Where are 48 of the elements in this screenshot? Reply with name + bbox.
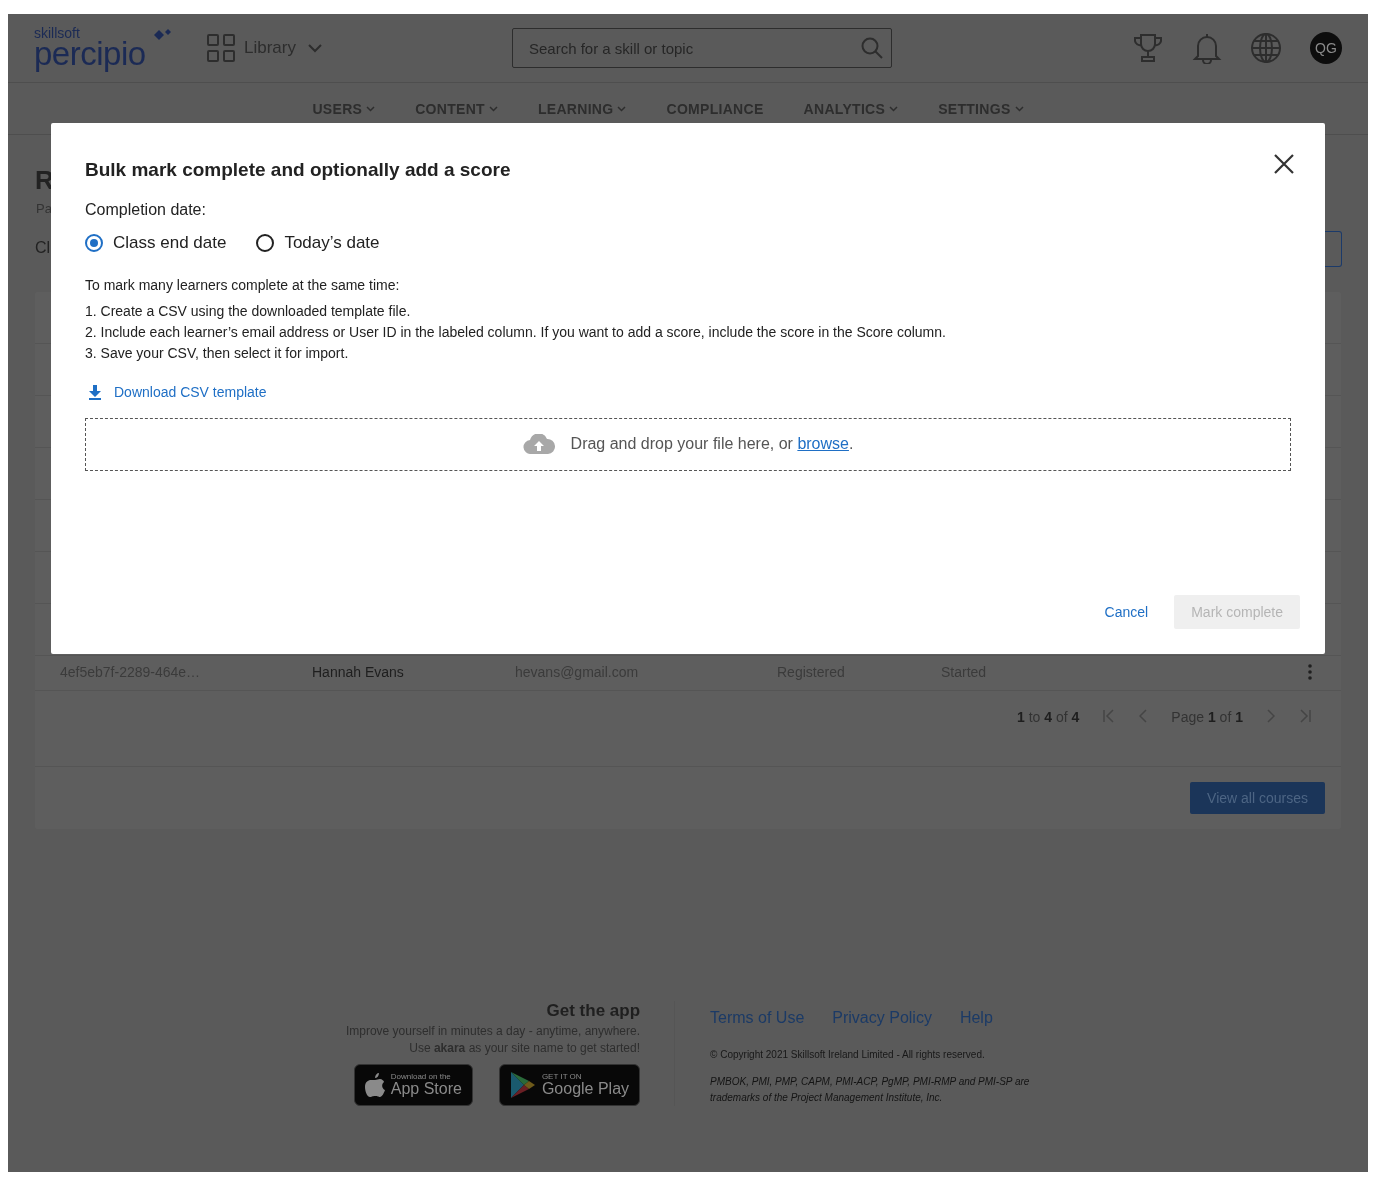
download-icon — [88, 384, 102, 400]
chevron-down-icon — [307, 43, 322, 53]
chevron-down-icon — [1014, 105, 1024, 112]
close-icon[interactable] — [1273, 153, 1295, 175]
instructions-text: To mark many learners complete at the same time: — [85, 277, 401, 293]
last-page-icon[interactable] — [1299, 709, 1311, 723]
footer-link[interactable]: Privacy Policy — [832, 1009, 932, 1027]
instruction-step: 3. Save your CSV, then select it for import. — [85, 345, 1291, 361]
radio-button[interactable] — [85, 234, 103, 252]
bell-icon[interactable] — [1192, 32, 1222, 64]
next-page-icon[interactable] — [1267, 709, 1275, 723]
first-page-icon[interactable] — [1103, 709, 1116, 723]
copyright-text: © Copyright 2021 Skillsoft Ireland Limited - All rights reserved. — [710, 1049, 986, 1060]
play-icon — [509, 1071, 536, 1099]
apple-icon — [364, 1073, 385, 1097]
drop-instruction-text: Drag and drop your file here, or browse. — [570, 435, 854, 453]
chevron-down-icon — [366, 105, 376, 112]
completion-date-label: Completion date: — [85, 201, 207, 219]
date-radio-option[interactable]: Class end date — [85, 233, 227, 253]
get-app-heading: Get the app — [546, 1001, 641, 1021]
store-badge[interactable]: GET IT ON Google Play — [498, 1064, 641, 1106]
date-radio-option[interactable]: Today’s date — [256, 233, 380, 253]
dialog-title: Bulk mark complete and optionally add a score — [85, 159, 511, 181]
grid-icon — [206, 33, 236, 63]
more-options-icon[interactable] — [1308, 664, 1312, 680]
instruction-step: 1. Create a CSV using the downloaded template file. — [85, 303, 1291, 319]
search-icon — [860, 37, 883, 59]
user-avatar[interactable]: QG — [1310, 32, 1342, 64]
percipio-logo[interactable]: skillsoft percipio — [34, 26, 176, 70]
radio-button[interactable] — [256, 234, 275, 252]
file-drop-zone[interactable]: Drag and drop your file here, or browse. — [85, 417, 1291, 471]
browse-link[interactable]: browse — [797, 435, 849, 452]
chevron-down-icon — [889, 105, 899, 112]
store-badge[interactable]: Download on the App Store — [353, 1064, 473, 1106]
table-cell-text: Hannah Evans — [312, 664, 405, 680]
chevron-down-icon — [617, 105, 627, 112]
trophy-icon[interactable] — [1132, 32, 1164, 64]
globe-icon[interactable] — [1250, 32, 1282, 64]
instruction-step: 2. Include each learner’s email address or User ID in the labeled column. If you want to add a score, include the score in the Score column. — [85, 324, 1291, 340]
chevron-down-icon — [488, 105, 498, 112]
section-label: Cl — [35, 239, 51, 257]
trademark-text: PMBOK, PMI, PMP, CAPM, PMI-ACP, PgMP, PMI-RMP and PMI-SP are trademarks of the Project Management Institute, Inc. — [710, 1075, 1031, 1105]
previous-page-icon[interactable] — [1139, 709, 1148, 723]
download-template-link[interactable]: Download CSV template — [88, 384, 267, 400]
cloud-upload-icon — [522, 434, 555, 454]
cancel-button[interactable]: Cancel — [1098, 603, 1155, 621]
footer-link[interactable]: Help — [959, 1009, 993, 1027]
footer-link[interactable]: Terms of Use — [710, 1009, 805, 1027]
